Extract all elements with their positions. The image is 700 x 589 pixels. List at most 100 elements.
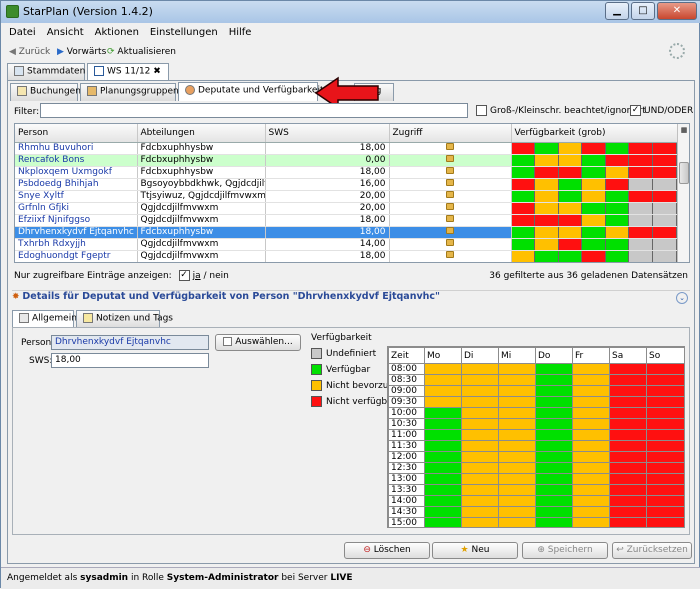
schedule-slot[interactable]: [646, 385, 684, 397]
menu-einstellungen[interactable]: Einstellungen: [142, 25, 221, 41]
schedule-slot[interactable]: [535, 385, 573, 397]
schedule-slot[interactable]: [609, 396, 647, 408]
schedule-slot[interactable]: [461, 385, 499, 397]
schedule-slot[interactable]: [646, 506, 684, 518]
schedule-slot[interactable]: [646, 440, 684, 452]
schedule-slot[interactable]: [498, 517, 536, 527]
schedule-slot[interactable]: [535, 517, 573, 527]
schedule-slot[interactable]: [424, 363, 462, 375]
menu-ansicht[interactable]: Ansicht: [39, 25, 87, 41]
table-scroll-thumb[interactable]: [679, 162, 689, 184]
schedule-slot[interactable]: [572, 484, 610, 496]
schedule-slot[interactable]: [646, 363, 684, 375]
schedule-slot[interactable]: [572, 517, 610, 527]
schedule-slot[interactable]: [646, 374, 684, 386]
schedule-slot[interactable]: [498, 429, 536, 441]
column-header-verfuegbarkeit[interactable]: Verfügbarkeit (grob): [511, 124, 678, 143]
schedule-slot[interactable]: [535, 451, 573, 463]
schedule-slot[interactable]: [572, 418, 610, 430]
table-row[interactable]: Rhmhu Buvuhori Fdcbxuphhysbw 18,00: [15, 142, 678, 155]
schedule-slot[interactable]: [609, 484, 647, 496]
schedule-slot[interactable]: [572, 473, 610, 485]
schedule-slot[interactable]: [646, 495, 684, 507]
collapse-details-icon[interactable]: ⌄: [676, 292, 688, 304]
column-header-sws[interactable]: SWS: [265, 124, 390, 143]
schedule-slot[interactable]: [572, 451, 610, 463]
schedule-slot[interactable]: [424, 517, 462, 527]
table-row[interactable]: Dhrvhenxkydvf Ejtqanvhc Fdcbxuphhysbw 18,0…: [15, 226, 678, 239]
table-row[interactable]: Snye Xyltf Ttjsyiwuz, Qgjdcdjilfmvwxm 20,0…: [15, 190, 678, 203]
close-tab-icon[interactable]: ✖: [153, 67, 161, 77]
schedule-slot[interactable]: [572, 396, 610, 408]
schedule-slot[interactable]: [498, 451, 536, 463]
column-header-zugriff[interactable]: Zugriff: [389, 124, 512, 143]
schedule-slot[interactable]: [424, 451, 462, 463]
schedule-slot[interactable]: [572, 363, 610, 375]
schedule-slot[interactable]: [609, 385, 647, 397]
schedule-slot[interactable]: [646, 418, 684, 430]
schedule-slot[interactable]: [535, 484, 573, 496]
tab-buchungen[interactable]: Buchungen: [10, 83, 81, 101]
case-sensitive-toggle[interactable]: Groß-/Kleinschr. beachtet/ignoriert: [476, 104, 646, 118]
schedule-slot[interactable]: [572, 462, 610, 474]
schedule-slot[interactable]: [535, 440, 573, 452]
accessible-checkbox[interactable]: ✓: [178, 270, 190, 281]
schedule-slot[interactable]: [461, 363, 499, 375]
schedule-slot[interactable]: [646, 517, 684, 527]
schedule-slot[interactable]: [646, 473, 684, 485]
schedule-slot[interactable]: [609, 506, 647, 518]
schedule-slot[interactable]: [646, 451, 684, 463]
schedule-slot[interactable]: [609, 473, 647, 485]
table-row[interactable]: Txhrbh Rdxyjjh Qgjdcdjilfmvwxm 14,00: [15, 238, 678, 251]
sws-field[interactable]: 18,00: [51, 353, 209, 368]
schedule-slot[interactable]: [461, 517, 499, 527]
schedule-slot[interactable]: [535, 407, 573, 419]
menu-datei[interactable]: Datei: [1, 25, 39, 41]
case-checkbox[interactable]: [476, 105, 487, 116]
schedule-slot[interactable]: [609, 462, 647, 474]
schedule-slot[interactable]: [572, 506, 610, 518]
choose-person-button[interactable]: Auswählen...: [215, 334, 301, 351]
table-row[interactable]: Grfnln Gfjki Qgjdcdjilfmvwxm 20,00: [15, 202, 678, 215]
menu-aktionen[interactable]: Aktionen: [87, 25, 142, 41]
schedule-slot[interactable]: [498, 506, 536, 518]
schedule-slot[interactable]: [461, 484, 499, 496]
minimize-button[interactable]: ▁: [605, 2, 629, 20]
tab-allgemein[interactable]: Allgemein: [12, 310, 77, 328]
tab-stammdaten[interactable]: Stammdaten: [7, 63, 85, 81]
close-button[interactable]: ✕: [657, 2, 697, 20]
new-button[interactable]: ★ Neu: [432, 542, 518, 559]
schedule-slot[interactable]: [609, 429, 647, 441]
schedule-slot[interactable]: [461, 374, 499, 386]
schedule-slot[interactable]: [424, 506, 462, 518]
schedule-slot[interactable]: [424, 429, 462, 441]
schedule-slot[interactable]: [424, 385, 462, 397]
schedule-slot[interactable]: [498, 374, 536, 386]
and-or-checkbox[interactable]: ✓: [630, 105, 641, 116]
schedule-slot[interactable]: [461, 440, 499, 452]
schedule-slot[interactable]: [646, 484, 684, 496]
schedule-slot[interactable]: [535, 396, 573, 408]
tab-deputate-und-verfuegbarkeit[interactable]: Deputate und Verfügbarkeit: [178, 82, 324, 101]
schedule-slot[interactable]: [646, 462, 684, 474]
schedule-slot[interactable]: [424, 473, 462, 485]
schedule-slot[interactable]: [609, 418, 647, 430]
table-row[interactable]: Nkploxqem Uxmgokf Fdcbxuphhysbw 18,00: [15, 166, 678, 179]
schedule-slot[interactable]: [424, 418, 462, 430]
schedule-slot[interactable]: [609, 363, 647, 375]
ja-option[interactable]: ja: [193, 271, 201, 281]
schedule-slot[interactable]: [646, 429, 684, 441]
table-row[interactable]: Psbdoedg Bhihjah Bgsoyoybbdkhwk, Qgjdcdji…: [15, 178, 678, 191]
schedule-slot[interactable]: [535, 429, 573, 441]
schedule-slot[interactable]: [535, 473, 573, 485]
schedule-slot[interactable]: [424, 407, 462, 419]
schedule-slot[interactable]: [461, 418, 499, 430]
schedule-slot[interactable]: [498, 473, 536, 485]
table-row[interactable]: Rencafok Bons Fdcbxuphhysbw 0,00: [15, 154, 678, 167]
column-header-abteilungen[interactable]: Abteilungen: [137, 124, 266, 143]
schedule-slot[interactable]: [609, 374, 647, 386]
schedule-slot[interactable]: [498, 385, 536, 397]
schedule-slot[interactable]: [461, 396, 499, 408]
schedule-slot[interactable]: [498, 495, 536, 507]
and-or-toggle[interactable]: ✓ UND/ODER: [630, 104, 693, 118]
